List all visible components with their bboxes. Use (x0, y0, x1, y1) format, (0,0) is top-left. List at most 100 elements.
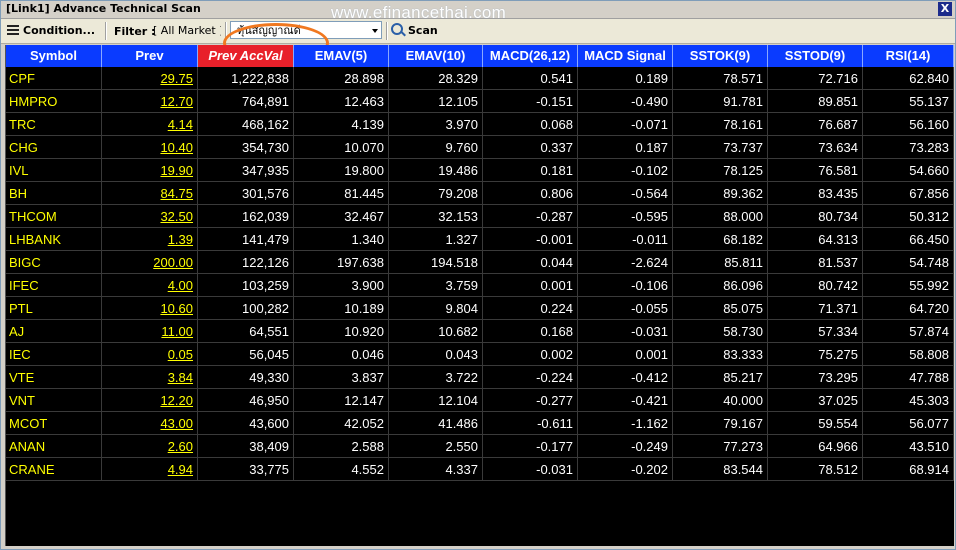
cell-prev-accval: 103,259 (198, 274, 294, 297)
cell-prev[interactable]: 19.90 (102, 159, 198, 182)
cell-macd-signal: -0.011 (578, 228, 673, 251)
table-row[interactable]: ANAN 2.60 38,409 2.588 2.550 -0.177 -0.249 77.2… (6, 435, 954, 458)
cell-emav5: 3.837 (294, 366, 389, 389)
cell-prev-accval: 301,576 (198, 182, 294, 205)
cell-emav10: 194.518 (389, 251, 483, 274)
column-header-symbol[interactable]: Symbol (6, 45, 102, 67)
cell-symbol: HMPRO (6, 90, 102, 113)
cell-prev[interactable]: 4.00 (102, 274, 198, 297)
condition-button[interactable]: Condition... (7, 21, 95, 40)
cell-prev[interactable]: 4.14 (102, 113, 198, 136)
cell-emav10: 9.760 (389, 136, 483, 159)
cell-prev-accval: 141,479 (198, 228, 294, 251)
table-row[interactable]: IFEC 4.00 103,259 3.900 3.759 0.001 -0.106 86.0… (6, 274, 954, 297)
table-row[interactable]: CHG 10.40 354,730 10.070 9.760 0.337 0.187 73.7… (6, 136, 954, 159)
cell-prev[interactable]: 43.00 (102, 412, 198, 435)
cell-rsi: 55.137 (863, 90, 954, 113)
cell-prev-accval: 49,330 (198, 366, 294, 389)
cell-prev[interactable]: 84.75 (102, 182, 198, 205)
table-row[interactable]: VNT 12.20 46,950 12.147 12.104 -0.277 -0.421 40… (6, 389, 954, 412)
column-header-sstod[interactable]: SSTOD(9) (768, 45, 863, 67)
cell-prev[interactable]: 10.60 (102, 297, 198, 320)
table-row[interactable]: CPF 29.75 1,222,838 28.898 28.329 0.541 0.189 7… (6, 67, 954, 90)
column-header-emav10[interactable]: EMAV(10) (389, 45, 483, 67)
column-header-macd-signal[interactable]: MACD Signal (578, 45, 673, 67)
cell-prev[interactable]: 32.50 (102, 205, 198, 228)
cell-prev-accval: 354,730 (198, 136, 294, 159)
table-row[interactable]: IEC 0.05 56,045 0.046 0.043 0.002 0.001 83.333 7… (6, 343, 954, 366)
cell-macd-signal: -0.412 (578, 366, 673, 389)
scan-button[interactable]: Scan (391, 22, 438, 40)
close-button[interactable]: X (938, 2, 952, 16)
cell-symbol: BH (6, 182, 102, 205)
cell-prev[interactable]: 12.20 (102, 389, 198, 412)
cell-macd: -0.277 (483, 389, 578, 412)
table-row[interactable]: CRANE 4.94 33,775 4.552 4.337 -0.031 -0.202 83.… (6, 458, 954, 481)
cell-prev-accval: 1,222,838 (198, 67, 294, 90)
cell-sstok: 73.737 (673, 136, 768, 159)
table-row[interactable]: MCOT 43.00 43,600 42.052 41.486 -0.611 -1.162 7… (6, 412, 954, 435)
cell-sstok: 86.096 (673, 274, 768, 297)
cell-prev[interactable]: 11.00 (102, 320, 198, 343)
cell-sstod: 78.512 (768, 458, 863, 481)
table-row[interactable]: VTE 3.84 49,330 3.837 3.722 -0.224 -0.412 85.21… (6, 366, 954, 389)
column-header-rsi[interactable]: RSI(14) (863, 45, 954, 67)
cell-emav5: 12.147 (294, 389, 389, 412)
cell-prev[interactable]: 2.60 (102, 435, 198, 458)
table-row[interactable]: IVL 19.90 347,935 19.800 19.486 0.181 -0.102 78… (6, 159, 954, 182)
cell-rsi: 54.748 (863, 251, 954, 274)
cell-prev[interactable]: 1.39 (102, 228, 198, 251)
cell-symbol: TRC (6, 113, 102, 136)
cell-symbol: BIGC (6, 251, 102, 274)
cell-sstod: 81.537 (768, 251, 863, 274)
cell-macd-signal: -0.564 (578, 182, 673, 205)
column-header-macd[interactable]: MACD(26,12) (483, 45, 578, 67)
cell-macd: 0.068 (483, 113, 578, 136)
cell-emav10: 32.153 (389, 205, 483, 228)
table-row[interactable]: AJ 11.00 64,551 10.920 10.682 0.168 -0.031 58.7… (6, 320, 954, 343)
scan-condition-dropdown[interactable]: หุ้นสัญญาณดี (230, 21, 382, 39)
filter-market-selector[interactable]: [ All Market ] (153, 22, 221, 39)
column-header-emav5[interactable]: EMAV(5) (294, 45, 389, 67)
cell-prev[interactable]: 29.75 (102, 67, 198, 90)
cell-prev[interactable]: 200.00 (102, 251, 198, 274)
column-header-prev-accval[interactable]: Prev AccVal (198, 45, 294, 67)
cell-sstok: 40.000 (673, 389, 768, 412)
cell-symbol: PTL (6, 297, 102, 320)
cell-macd-signal: 0.187 (578, 136, 673, 159)
cell-prev[interactable]: 0.05 (102, 343, 198, 366)
cell-sstok: 58.730 (673, 320, 768, 343)
cell-macd-signal: -0.071 (578, 113, 673, 136)
cell-macd: -0.611 (483, 412, 578, 435)
cell-symbol: VNT (6, 389, 102, 412)
cell-prev[interactable]: 12.70 (102, 90, 198, 113)
table-row[interactable]: PTL 10.60 100,282 10.189 9.804 0.224 -0.055 85.… (6, 297, 954, 320)
cell-prev-accval: 33,775 (198, 458, 294, 481)
cell-emav10: 3.970 (389, 113, 483, 136)
scan-window: [Link1] Advance Technical Scan www.efina… (0, 0, 956, 550)
column-header-sstok[interactable]: SSTOK(9) (673, 45, 768, 67)
table-row[interactable]: LHBANK 1.39 141,479 1.340 1.327 -0.001 -0.011 6… (6, 228, 954, 251)
cell-sstod: 64.313 (768, 228, 863, 251)
cell-rsi: 45.303 (863, 389, 954, 412)
cell-prev-accval: 468,162 (198, 113, 294, 136)
cell-sstok: 85.075 (673, 297, 768, 320)
cell-emav5: 4.552 (294, 458, 389, 481)
cell-sstok: 77.273 (673, 435, 768, 458)
table-row[interactable]: BIGC 200.00 122,126 197.638 194.518 0.044 -2.6… (6, 251, 954, 274)
cell-sstok: 68.182 (673, 228, 768, 251)
cell-emav5: 0.046 (294, 343, 389, 366)
cell-sstod: 89.851 (768, 90, 863, 113)
table-row[interactable]: TRC 4.14 468,162 4.139 3.970 0.068 -0.071 78.16… (6, 113, 954, 136)
table-row[interactable]: THCOM 32.50 162,039 32.467 32.153 -0.287 -0.59… (6, 205, 954, 228)
table-row[interactable]: HMPRO 12.70 764,891 12.463 12.105 -0.151 -0.49… (6, 90, 954, 113)
table-row[interactable]: BH 84.75 301,576 81.445 79.208 0.806 -0.564 89.… (6, 182, 954, 205)
cell-prev[interactable]: 3.84 (102, 366, 198, 389)
cell-macd-signal: -0.249 (578, 435, 673, 458)
cell-symbol: ANAN (6, 435, 102, 458)
cell-prev[interactable]: 4.94 (102, 458, 198, 481)
cell-emav5: 32.467 (294, 205, 389, 228)
cell-prev[interactable]: 10.40 (102, 136, 198, 159)
cell-macd: -0.224 (483, 366, 578, 389)
column-header-prev[interactable]: Prev (102, 45, 198, 67)
